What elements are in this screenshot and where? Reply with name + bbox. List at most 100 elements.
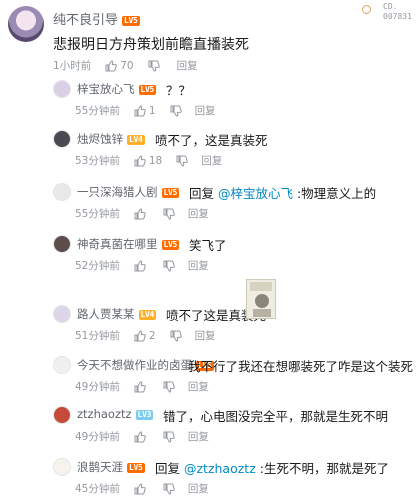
thumb-down-icon[interactable] [163, 431, 175, 443]
reply-suffix: :生死不明，那就是死了 [255, 461, 389, 476]
author-name[interactable]: 纯不良引导 LV5 [53, 9, 140, 28]
author-name-text[interactable]: 纯不良引导 [53, 13, 118, 28]
reply-author[interactable]: 梓宝放心飞 LV5 [77, 81, 157, 97]
reply-avatar[interactable] [53, 406, 71, 424]
reply-author[interactable]: 神奇真菌在哪里 LV5 [77, 236, 180, 252]
reply-author-name[interactable]: 烛烬蚀锌 [77, 132, 123, 146]
reply-text: 笑飞了 [189, 235, 227, 254]
level-badge: LV5 [122, 16, 140, 26]
reply-author-name[interactable]: ztzhaoztz [77, 407, 132, 421]
thumb-down-icon[interactable] [148, 60, 160, 72]
reply-item: 浪鹊天涯 LV5 回复 @ztzhaoztz :生死不明，那就是死了 45分钟前 … [53, 456, 419, 500]
reply-item: ztzhaoztz LV3 错了，心电图没完全平，那就是生死不明 49分钟前 回复 [53, 404, 419, 452]
reply-author[interactable]: 路人贾某某 LV4 [77, 306, 157, 322]
reply-meta: 53分钟前 18 回复 [75, 153, 222, 168]
reply-button[interactable]: 回复 [188, 258, 209, 273]
comment-text: 悲报明日方舟策划前瞻直播装死 [53, 37, 249, 53]
thumb-up-icon[interactable] [134, 329, 146, 342]
reply-time: 49分钟前 [75, 381, 120, 393]
reply-meta: 45分钟前 回复 [75, 481, 209, 496]
thumb-down-icon[interactable] [163, 260, 175, 272]
reply-button[interactable]: 回复 [201, 153, 222, 168]
reply-meta: 49分钟前 回复 [75, 379, 209, 394]
reply-item: 烛烬蚀锌 LV4 喷不了，这是真装死 53分钟前 18 回复 [53, 128, 419, 176]
reply-text: 喷不了，这是真装死 [155, 130, 268, 149]
like-count: 18 [148, 154, 163, 167]
sticker-body [253, 309, 271, 317]
reply-author-name[interactable]: 路人贾某某 [77, 307, 135, 321]
reply-author-name[interactable]: 神奇真菌在哪里 [77, 237, 158, 251]
reply-time: 55分钟前 [75, 208, 120, 220]
reply-item: 今天不想做作业的卤蛋 LV5 我不行了我还在想哪装死了咋是这个装死 49分钟前 回… [53, 354, 419, 402]
reply-text: 回复 @ztzhaoztz :生死不明，那就是死了 [155, 458, 389, 477]
thumb-up-icon[interactable] [134, 380, 146, 393]
reply-text-content: 笑飞了 [189, 238, 227, 253]
thumb-up-icon[interactable] [105, 59, 117, 72]
thumb-down-icon[interactable] [170, 105, 182, 117]
thumb-down-icon[interactable] [163, 208, 175, 220]
like-count: 2 [148, 329, 156, 342]
reply-meta: 52分钟前 回复 [75, 258, 209, 273]
reply-button[interactable]: 回复 [188, 429, 209, 444]
reply-author[interactable]: ztzhaoztz LV3 [77, 407, 154, 421]
reply-avatar[interactable] [53, 235, 71, 253]
reply-button[interactable]: 回复 [188, 481, 209, 496]
thumb-up-icon[interactable] [134, 207, 146, 220]
comment-time: 1小时前 [53, 60, 92, 72]
thumb-up-icon[interactable] [134, 430, 146, 443]
reply-avatar[interactable] [53, 458, 71, 476]
level-badge: LV5 [138, 85, 157, 95]
reply-author-name[interactable]: 梓宝放心飞 [77, 82, 135, 96]
reply-text-content: 我不行了我还在想哪装死了咋是这个装死 [188, 359, 414, 374]
reply-item: 神奇真菌在哪里 LV5 笑飞了 52分钟前 回复 [53, 233, 419, 281]
thumb-down-icon[interactable] [163, 483, 175, 495]
reply-button[interactable]: 回复 [195, 103, 216, 118]
reply-suffix: :物理意义上的 [293, 186, 377, 201]
thumb-up-icon[interactable] [134, 104, 146, 117]
reply-button[interactable]: 回复 [188, 206, 209, 221]
reply-time: 55分钟前 [75, 105, 120, 117]
reply-button[interactable]: 回复 [188, 379, 209, 394]
reply-text-content: 错了，心电图没完全平，那就是生死不明 [163, 409, 389, 424]
reply-button[interactable]: 回复 [177, 58, 198, 73]
reply-text-content: 喷不了，这是真装死 [155, 133, 268, 148]
reply-prefix: 回复 [189, 186, 218, 201]
user-avatar[interactable] [8, 6, 44, 42]
thumb-down-icon[interactable] [176, 155, 188, 167]
badge-line2: 007831 [383, 12, 412, 21]
reply-item: 路人贾某某 LV4 喷不了这是真装死 51分钟前 2 回复 [53, 303, 419, 351]
reply-avatar[interactable] [53, 80, 71, 98]
thumb-up-icon[interactable] [134, 259, 146, 272]
reply-avatar[interactable] [53, 183, 71, 201]
reply-author-name[interactable]: 浪鹊天涯 [77, 460, 123, 474]
reply-button[interactable]: 回复 [195, 328, 216, 343]
level-badge: LV3 [135, 410, 154, 420]
reply-avatar[interactable] [53, 305, 71, 323]
mention-link[interactable]: @梓宝放心飞 [218, 186, 293, 201]
level-badge: LV5 [161, 240, 180, 250]
reply-author[interactable]: 浪鹊天涯 LV5 [77, 459, 145, 475]
reply-avatar[interactable] [53, 130, 71, 148]
reply-author[interactable]: 一只深海猎人剧 LV5 [77, 184, 180, 200]
thumb-down-icon[interactable] [170, 330, 182, 342]
thumb-up-icon[interactable] [134, 154, 146, 167]
thumb-down-icon[interactable] [163, 381, 175, 393]
reply-meta: 55分钟前 1 回复 [75, 103, 216, 118]
reply-author-name[interactable]: 一只深海猎人剧 [77, 185, 158, 199]
reply-text: 错了，心电图没完全平，那就是生死不明 [163, 406, 388, 425]
reply-time: 52分钟前 [75, 260, 120, 272]
level-badge: LV4 [138, 310, 157, 320]
reply-text: ？？ [166, 80, 191, 99]
reply-avatar[interactable] [53, 356, 71, 374]
reply-author-name[interactable]: 今天不想做作业的卤蛋 [77, 358, 192, 372]
reply-text: 回复 @梓宝放心飞 :物理意义上的 [189, 183, 376, 202]
fan-badge: CD. 007831 [362, 1, 418, 25]
reply-meta: 49分钟前 回复 [75, 429, 209, 444]
reply-time: 45分钟前 [75, 483, 120, 495]
reply-author[interactable]: 烛烬蚀锌 LV4 [77, 131, 145, 147]
thumb-up-icon[interactable] [134, 482, 146, 495]
level-badge: LV5 [127, 463, 145, 473]
reply-text-content: ？？ [166, 83, 192, 98]
mention-link[interactable]: @ztzhaoztz [184, 461, 256, 476]
reply-item: 一只深海猎人剧 LV5 回复 @梓宝放心飞 :物理意义上的 55分钟前 回复 [53, 181, 419, 229]
